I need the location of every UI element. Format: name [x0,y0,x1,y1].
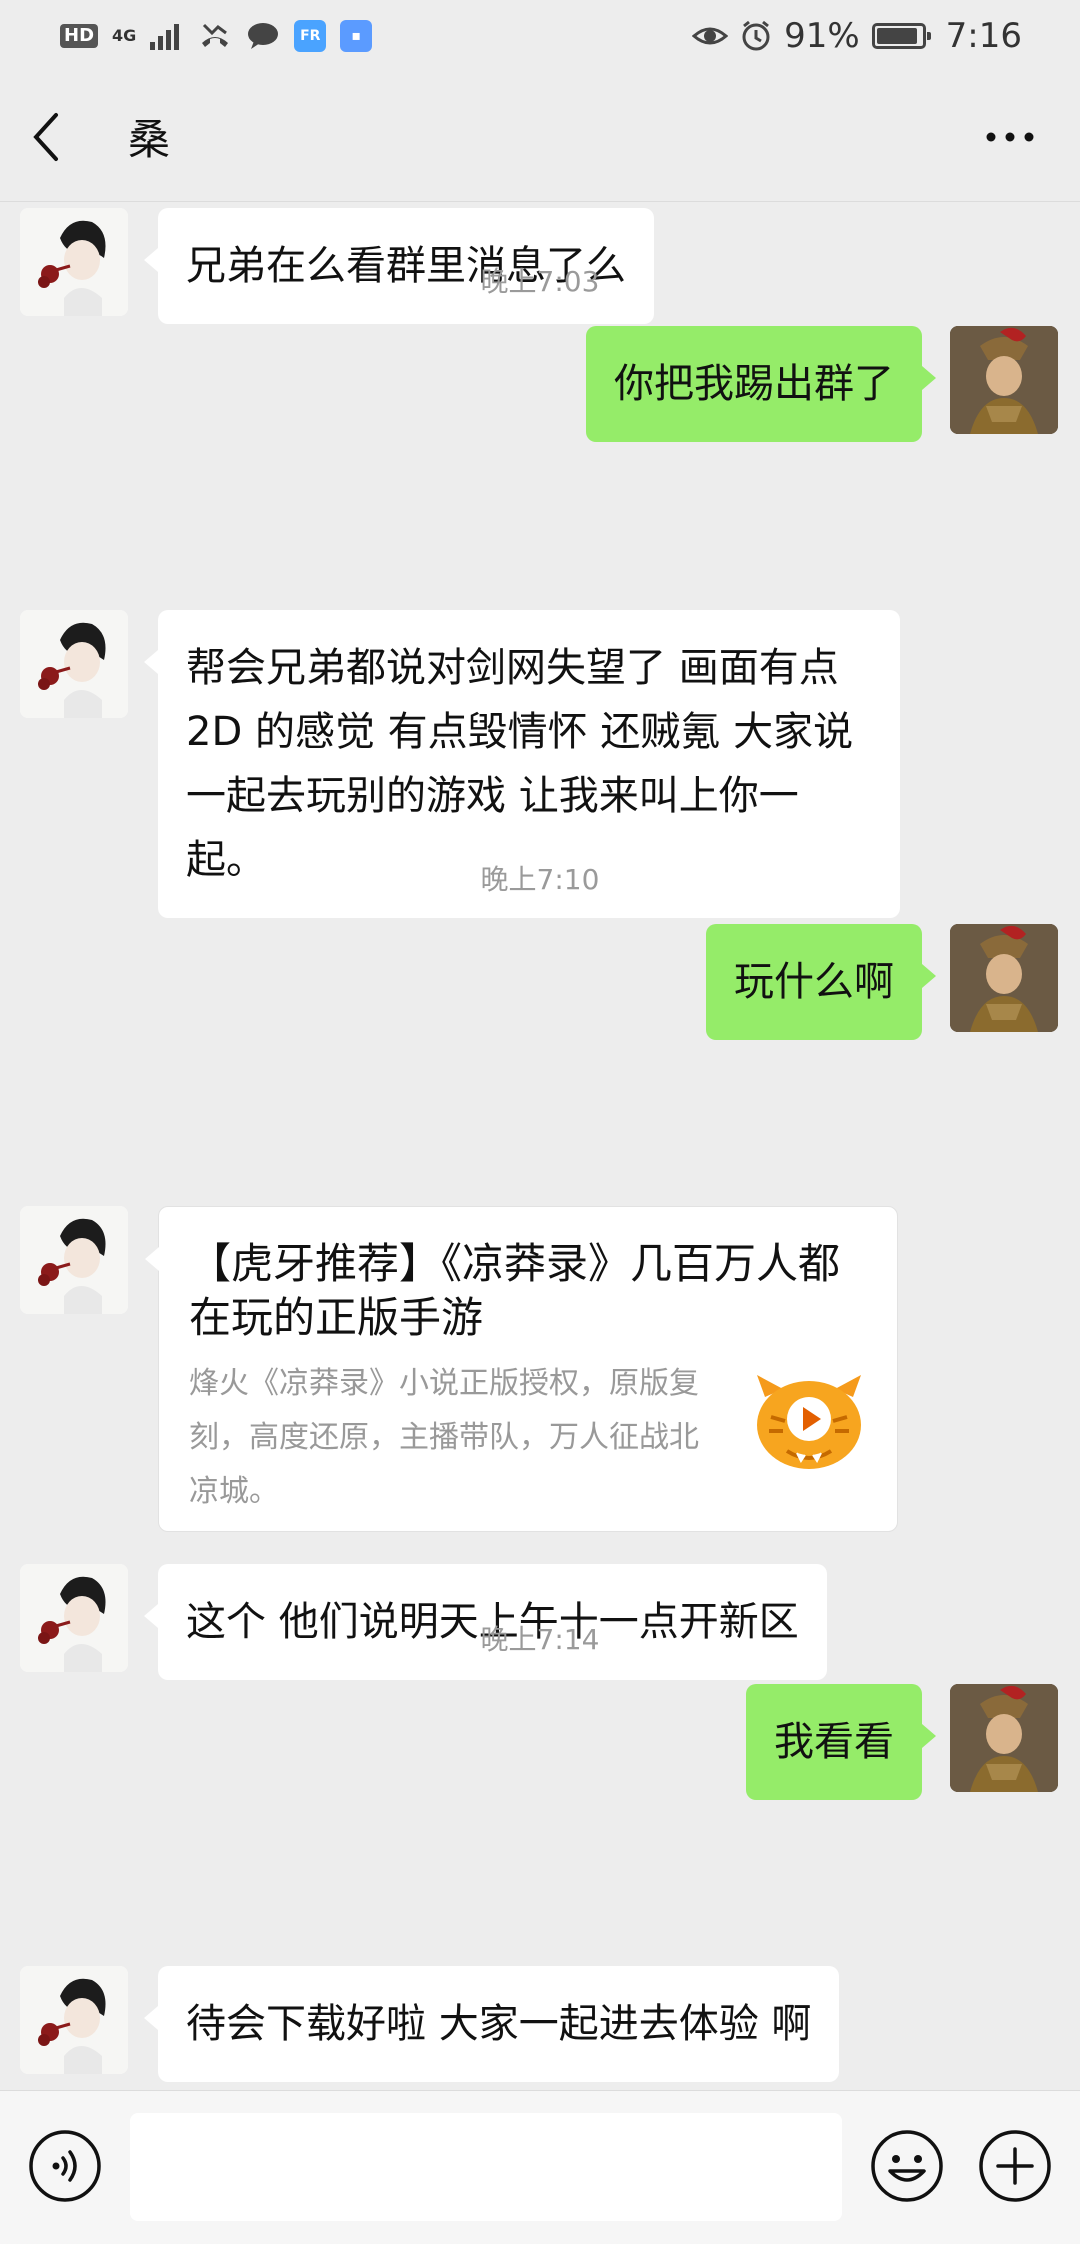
message-input[interactable] [130,2113,842,2221]
contact-avatar[interactable] [20,610,128,718]
contact-avatar-image [20,1966,128,2074]
emoji-button[interactable] [870,2129,944,2203]
plus-icon [979,2130,1051,2202]
more-button[interactable] [970,107,1050,167]
message-bubble-outgoing[interactable]: 玩什么啊 [706,924,936,1040]
timestamp: 晚上7:14 [480,1623,600,1656]
contact-avatar[interactable] [20,1966,128,2074]
link-card-description: 烽火《凉莽录》小说正版授权，原版复刻，高度还原，主播带队，万人征战北凉城。 [189,1366,699,1509]
battery-icon [871,23,931,49]
message-text: 玩什么啊 [734,959,894,1005]
app-icon-fr: FR [294,20,327,52]
message-bubble-outgoing[interactable]: 我看看 [746,1684,936,1800]
message-text: 你把我踢出群了 [614,361,894,407]
message-list[interactable]: 兄弟在么看群里消息了么 晚上7:03 你把我踢出群了 帮会兄弟都说对剑网失望了 … [0,202,1080,2090]
status-left: HD 4G FR ▪ [60,20,373,52]
message-bubble-outgoing[interactable]: 你把我踢出群了 [586,326,936,442]
battery-percent: 91% [784,16,860,56]
chevron-left-icon [33,112,58,161]
link-card[interactable]: 【虎牙推荐】《凉莽录》几百万人都在玩的正版手游 烽火《凉莽录》小说正版授权，原版… [145,1206,898,1532]
hd-badge: HD [60,24,99,48]
voice-button[interactable] [28,2129,102,2203]
message-bubble-incoming[interactable]: 待会下载好啦 大家一起进去体验 啊 [143,1966,840,2082]
my-avatar-image [950,326,1058,434]
my-avatar-image [950,924,1058,1032]
voice-icon [29,2130,101,2202]
more-dots-icon [986,132,1034,141]
timestamp: 晚上7:03 [480,265,600,298]
battery-fill [876,28,917,44]
input-bar [0,2090,1080,2244]
message-text: 待会下载好啦 大家一起进去体验 啊 [186,2001,812,2047]
my-avatar-image [950,1684,1058,1792]
link-card-title: 【虎牙推荐】《凉莽录》几百万人都在玩的正版手游 [189,1239,841,1342]
message-text: 帮会兄弟都说对剑网失望了 画面有点 2D 的感觉 有点毁情怀 还贼氪 大家说一起… [186,645,854,883]
emoji-icon [871,2130,943,2202]
message-icon [248,23,279,49]
app-icon-blue: ▪ [340,20,373,52]
my-avatar[interactable] [950,326,1058,434]
alarm-icon [742,20,770,51]
eye-icon [692,27,729,45]
timestamp: 晚上7:10 [480,863,600,896]
my-avatar[interactable] [950,924,1058,1032]
chat-header: 桑 [0,72,1080,202]
more-functions-button[interactable] [978,2129,1052,2203]
clock: 7:16 [945,16,1022,56]
status-bar: HD 4G FR ▪ 91% 7:16 [0,0,1080,72]
huya-tiger-icon [757,1375,861,1469]
signal-icon [150,24,180,50]
missed-call-icon [202,23,229,47]
my-avatar[interactable] [950,1684,1058,1792]
network-label: 4G [112,26,137,45]
contact-avatar[interactable] [20,1206,128,1314]
chat-title: 桑 [128,115,171,164]
status-right: 91% 7:16 [692,16,1022,56]
contact-avatar-image [20,1206,128,1314]
contact-avatar-image [20,610,128,718]
message-text: 我看看 [774,1719,894,1765]
back-button[interactable] [30,107,80,167]
